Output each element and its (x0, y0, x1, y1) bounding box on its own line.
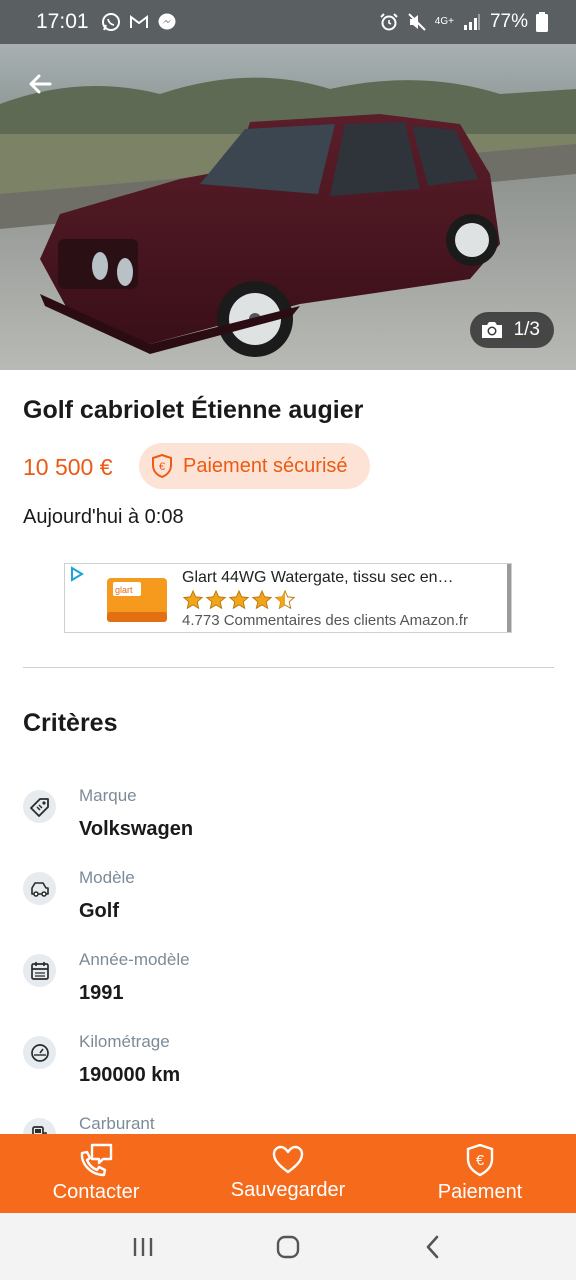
photo-counter[interactable]: 1/3 (469, 312, 554, 348)
battery-percent: 77% (489, 11, 528, 32)
criteria-value: Golf (79, 900, 119, 922)
arrow-left-icon (29, 74, 52, 94)
home-icon (276, 1235, 300, 1258)
star-half-icon (274, 589, 296, 610)
divider (23, 667, 554, 668)
messenger-icon (157, 12, 177, 32)
status-time: 17:01 (36, 10, 89, 33)
criteria-title: Critères (23, 709, 118, 737)
photo-counter-label: 1/3 (513, 319, 540, 340)
listing-title: Golf cabriolet Étienne augier (23, 396, 364, 424)
criteria-item-brand: Marque Volkswagen (23, 786, 553, 856)
chevron-left-icon (427, 1235, 439, 1258)
mute-icon (407, 12, 427, 32)
car-icon (23, 872, 56, 905)
ad-product-image: glart (107, 578, 167, 622)
heart-icon (272, 1145, 304, 1174)
speedometer-icon (23, 1036, 56, 1069)
listing-price: 10 500 € (23, 454, 113, 480)
ad-banner[interactable]: glart Glart 44WG Watergate, tissu sec en… (64, 563, 512, 633)
back-nav-button[interactable] (413, 1227, 453, 1267)
screen: 17:01 4G+ 77% 1/3 Golf cabriolet Étienne… (0, 0, 576, 1280)
listing-photo[interactable]: 1/3 (0, 44, 576, 370)
save-label: Sauvegarder (230, 1179, 346, 1201)
calendar-icon (23, 954, 56, 987)
criteria-value: 190000 km (79, 1064, 181, 1086)
system-nav-bar (0, 1213, 576, 1280)
criteria-value: Volkswagen (79, 818, 194, 840)
recent-apps-button[interactable] (123, 1227, 163, 1267)
criteria-label: Marque (79, 786, 137, 805)
star-icon (251, 589, 273, 610)
shield-euro-icon: € (152, 454, 172, 478)
star-icon (205, 589, 227, 610)
star-icon (182, 589, 204, 610)
svg-text:€: € (476, 1152, 485, 1169)
payment-button[interactable]: € Paiement (384, 1134, 576, 1213)
secure-payment-badge[interactable]: € Paiement sécurisé (139, 443, 370, 489)
criteria-item-mileage: Kilométrage 190000 km (23, 1032, 553, 1102)
criteria-label: Kilométrage (79, 1032, 170, 1051)
ad-scroll-indicator (507, 564, 511, 632)
tag-icon (23, 790, 56, 823)
recent-apps-icon (133, 1237, 152, 1256)
whatsapp-icon (101, 12, 121, 32)
ad-reviews: 4.773 Commentaires des clients Amazon.fr (182, 612, 468, 629)
ad-title: Glart 44WG Watergate, tissu sec en… (182, 569, 454, 586)
ad-brand-logo: glart (115, 585, 133, 595)
battery-icon (536, 12, 548, 32)
criteria-item-year: Année-modèle 1991 (23, 950, 553, 1020)
criteria-item-model: Modèle Golf (23, 868, 553, 938)
network-label: 4G+ (434, 16, 454, 27)
network-icon: 4G+ (435, 12, 454, 32)
ad-rating-stars (182, 589, 296, 611)
gmail-icon (129, 12, 149, 32)
listing-date: Aujourd'hui à 0:08 (23, 506, 184, 528)
contact-label: Contacter (52, 1181, 140, 1203)
contact-button[interactable]: Contacter (0, 1134, 192, 1213)
payment-label: Paiement (437, 1181, 523, 1203)
home-button[interactable] (268, 1227, 308, 1267)
secure-payment-label: Paiement sécurisé (183, 454, 348, 477)
shield-euro-icon: € (466, 1143, 494, 1177)
svg-text:€: € (159, 461, 165, 473)
criteria-label: Modèle (79, 868, 135, 887)
signal-icon (462, 12, 482, 32)
save-button[interactable]: Sauvegarder (192, 1134, 384, 1213)
criteria-label: Carburant (79, 1114, 155, 1133)
action-bar: Contacter Sauvegarder € Paiement (0, 1134, 576, 1213)
star-icon (228, 589, 250, 610)
status-bar: 17:01 4G+ 77% (0, 0, 576, 44)
back-button[interactable] (18, 62, 62, 106)
phone-chat-icon (80, 1143, 113, 1177)
criteria-label: Année-modèle (79, 950, 190, 969)
alarm-icon (379, 12, 399, 32)
camera-icon (481, 322, 502, 338)
criteria-value: 1991 (79, 982, 124, 1004)
adchoices-icon[interactable] (69, 566, 85, 582)
